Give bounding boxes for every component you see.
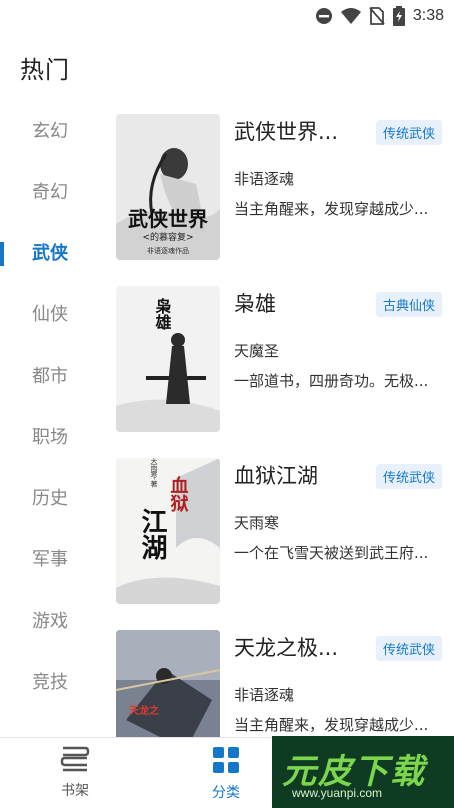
genre-tag: 传统武侠 bbox=[375, 120, 442, 145]
wifi-icon bbox=[340, 8, 361, 24]
cover-subtitle: <的慕容复> bbox=[142, 231, 193, 243]
cover-art: 枭雄 bbox=[116, 286, 220, 432]
sidebar-item-wuxia[interactable]: 武侠 bbox=[0, 234, 100, 274]
status-bar: 3:38 bbox=[0, 0, 454, 32]
sidebar-item-label: 武侠 bbox=[32, 243, 68, 264]
sidebar-item-lishi[interactable]: 历史 bbox=[0, 479, 100, 519]
book-title: 血狱江湖 bbox=[234, 464, 318, 488]
cover-art: 武侠世界 <的慕容复> 非语逐魂作品 bbox=[116, 114, 220, 260]
book-card[interactable]: 天龙之 天龙之极... 传统武侠 非语逐魂 当主角醒来，发现穿越成少... bbox=[110, 616, 454, 740]
book-cover: 武侠世界 <的慕容复> 非语逐魂作品 bbox=[116, 114, 220, 260]
status-icons: 3:38 bbox=[315, 6, 444, 26]
book-description: 一部道书，四册奇功。无极... bbox=[234, 372, 429, 390]
grid-icon bbox=[213, 747, 239, 773]
book-description: 当主角醒来，发现穿越成少... bbox=[234, 716, 429, 734]
book-author: 天魔圣 bbox=[234, 342, 280, 360]
sidebar-item-zhichang[interactable]: 职场 bbox=[0, 418, 100, 458]
sidebar-item-label: 玄幻 bbox=[32, 121, 68, 142]
sidebar-item-xuanhuan[interactable]: 玄幻 bbox=[0, 112, 100, 152]
watermark-logo: 元皮下载 www.yuanpi.com bbox=[272, 736, 454, 808]
sidebar-item-junshi[interactable]: 军事 bbox=[0, 540, 100, 580]
genre-tag: 传统武侠 bbox=[375, 636, 442, 661]
sidebar-item-qihuan[interactable]: 奇幻 bbox=[0, 173, 100, 213]
genre-tag: 古典仙侠 bbox=[375, 292, 442, 317]
sidebar-item-label: 仙侠 bbox=[32, 304, 68, 325]
sidebar-item-xianxia[interactable]: 仙侠 bbox=[0, 295, 100, 335]
book-author: 非语逐魂 bbox=[234, 170, 295, 188]
book-cover: 枭雄 bbox=[116, 286, 220, 432]
nav-category-label: 分类 bbox=[212, 785, 240, 801]
sidebar-item-label: 都市 bbox=[32, 366, 68, 387]
sidebar-item-label: 历史 bbox=[32, 488, 68, 509]
book-card[interactable]: 血狱 江湖 天雨寒·著 血狱江湖 传统武侠 天雨寒 一个在飞雪天被送到武王府..… bbox=[110, 444, 454, 604]
book-cover: 血狱 江湖 天雨寒·著 bbox=[116, 458, 220, 604]
cover-title: 枭雄 bbox=[153, 297, 173, 331]
genre-tag: 传统武侠 bbox=[375, 464, 442, 489]
nav-category[interactable]: 分类 bbox=[176, 746, 276, 806]
sidebar-item-label: 游戏 bbox=[32, 611, 68, 632]
cover-subtitle: 江湖 bbox=[137, 508, 167, 561]
sidebar-item-dushi[interactable]: 都市 bbox=[0, 357, 100, 397]
book-list: 武侠世界 <的慕容复> 非语逐魂作品 武侠世界... 传统武侠 非语逐魂 当主角… bbox=[110, 100, 454, 740]
do-not-disturb-icon bbox=[315, 8, 332, 24]
cover-title: 天龙之 bbox=[129, 704, 159, 717]
book-cover: 天龙之 bbox=[116, 630, 220, 740]
cover-art: 血狱 江湖 天雨寒·著 bbox=[116, 458, 220, 604]
battery-charging-icon bbox=[392, 6, 405, 26]
clock: 3:38 bbox=[412, 7, 444, 24]
book-card[interactable]: 武侠世界 <的慕容复> 非语逐魂作品 武侠世界... 传统武侠 非语逐魂 当主角… bbox=[110, 100, 454, 260]
active-indicator bbox=[0, 242, 4, 266]
sidebar-item-jingji[interactable]: 竞技 bbox=[0, 663, 100, 703]
book-author: 非语逐魂 bbox=[234, 686, 295, 704]
nav-bookshelf[interactable]: 书架 bbox=[25, 746, 125, 806]
book-title: 枭雄 bbox=[234, 292, 276, 316]
no-sim-icon bbox=[369, 7, 385, 25]
book-author: 天雨寒 bbox=[234, 514, 280, 532]
cover-author: 天雨寒·著 bbox=[150, 458, 158, 488]
sidebar-item-youxi[interactable]: 游戏 bbox=[0, 602, 100, 642]
bookshelf-icon bbox=[60, 746, 90, 772]
cover-art: 天龙之 bbox=[116, 630, 220, 740]
cover-title: 武侠世界 bbox=[128, 207, 208, 231]
book-title: 天龙之极... bbox=[234, 636, 339, 660]
sidebar-item-label: 竞技 bbox=[32, 672, 68, 693]
sidebar-item-label: 军事 bbox=[32, 549, 68, 570]
cover-author: 非语逐魂作品 bbox=[147, 246, 189, 255]
book-description: 一个在飞雪天被送到武王府... bbox=[234, 544, 429, 562]
book-title: 武侠世界... bbox=[234, 120, 339, 144]
sidebar-item-label: 职场 bbox=[32, 427, 68, 448]
book-card[interactable]: 枭雄 枭雄 古典仙侠 天魔圣 一部道书，四册奇功。无极... bbox=[110, 272, 454, 432]
cover-title: 血狱 bbox=[168, 475, 189, 513]
page-title: 热门 bbox=[20, 56, 70, 84]
sidebar-item-label: 奇幻 bbox=[32, 182, 68, 203]
category-sidebar: 玄幻 奇幻 武侠 仙侠 都市 职场 历史 军事 游戏 竞技 bbox=[0, 100, 100, 740]
nav-bookshelf-label: 书架 bbox=[61, 783, 89, 799]
book-description: 当主角醒来，发现穿越成少... bbox=[234, 200, 429, 218]
watermark-url: www.yuanpi.com bbox=[292, 786, 383, 800]
